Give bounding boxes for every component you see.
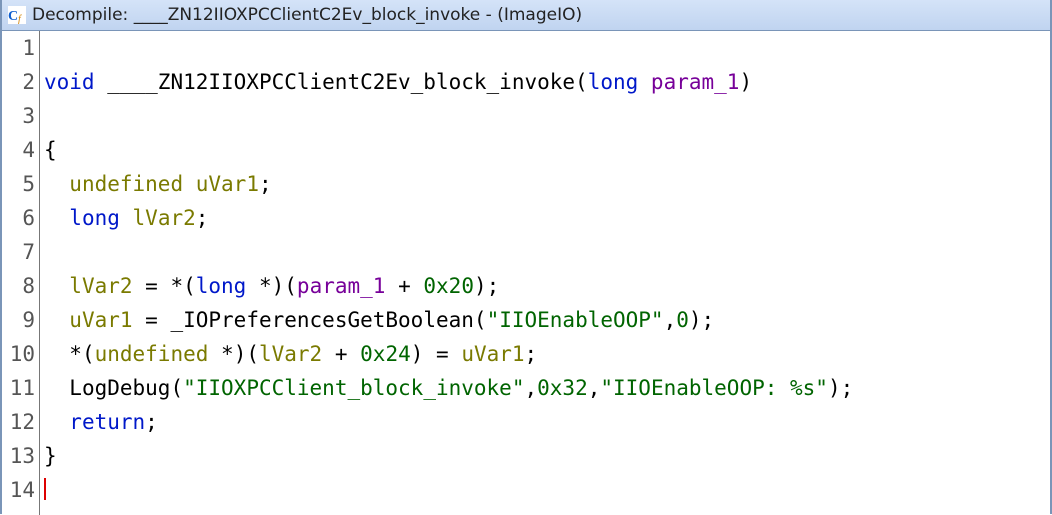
line-gutter[interactable]: 1 2 3 4 5 6 7 8 9 10 11 12 13 14 <box>2 31 40 515</box>
var-uVar1[interactable]: uVar1 <box>69 308 132 332</box>
decompile-icon: C f <box>8 6 26 24</box>
literal-0x32: 0x32 <box>537 376 588 400</box>
param-1[interactable]: param_1 <box>297 274 386 298</box>
title-bar[interactable]: C f Decompile: ____ZN12IIOXPCClientC2Ev_… <box>2 0 1050 31</box>
call-LogDebug[interactable]: LogDebug <box>69 376 170 400</box>
svg-text:C: C <box>8 9 18 24</box>
line-number: 6 <box>2 201 35 235</box>
line-number: 10 <box>2 337 35 371</box>
type-long: long <box>588 70 639 94</box>
title-prefix: Decompile: <box>32 5 134 25</box>
editor-area: 1 2 3 4 5 6 7 8 9 10 11 12 13 14 void __… <box>2 31 1050 515</box>
code-line[interactable] <box>44 235 1050 269</box>
function-name[interactable]: ____ZN12IIOXPCClientC2Ev_block_invoke <box>107 70 575 94</box>
line-number: 7 <box>2 235 35 269</box>
line-number: 3 <box>2 99 35 133</box>
type-long: long <box>196 274 247 298</box>
brace-close: } <box>44 444 57 468</box>
type-undefined: undefined <box>95 342 209 366</box>
string-literal: "IIOEnableOOP: %s" <box>600 376 828 400</box>
literal-0x20: 0x20 <box>423 274 474 298</box>
literal-0x24: 0x24 <box>360 342 411 366</box>
code-line[interactable]: uVar1 = _IOPreferencesGetBoolean("IIOEna… <box>44 303 1050 337</box>
line-number: 9 <box>2 303 35 337</box>
decompiler-window: C f Decompile: ____ZN12IIOXPCClientC2Ev_… <box>0 0 1052 514</box>
code-line[interactable] <box>44 473 1050 507</box>
code-area[interactable]: void ____ZN12IIOXPCClientC2Ev_block_invo… <box>40 31 1050 515</box>
var-lVar2[interactable]: lVar2 <box>259 342 322 366</box>
code-line[interactable]: long lVar2; <box>44 201 1050 235</box>
line-number: 4 <box>2 133 35 167</box>
line-number: 2 <box>2 65 35 99</box>
call-IOPreferencesGetBoolean[interactable]: _IOPreferencesGetBoolean <box>170 308 473 332</box>
title-suffix: - (ImageIO) <box>480 5 582 25</box>
code-line[interactable]: undefined uVar1; <box>44 167 1050 201</box>
line-number: 1 <box>2 31 35 65</box>
line-number: 8 <box>2 269 35 303</box>
var-lVar2[interactable]: lVar2 <box>133 206 196 230</box>
literal-0: 0 <box>676 308 689 332</box>
title-function-name: ____ZN12IIOXPCClientC2Ev_block_invoke <box>134 5 481 25</box>
cursor <box>44 478 46 500</box>
var-lVar2[interactable]: lVar2 <box>69 274 132 298</box>
line-number: 13 <box>2 439 35 473</box>
type-long: long <box>69 206 120 230</box>
code-line[interactable] <box>44 99 1050 133</box>
type-undefined: undefined <box>69 172 183 196</box>
code-line[interactable]: LogDebug("IIOXPCClient_block_invoke",0x3… <box>44 371 1050 405</box>
brace-open: { <box>44 138 57 162</box>
code-line[interactable]: return; <box>44 405 1050 439</box>
string-literal: "IIOEnableOOP" <box>487 308 664 332</box>
var-uVar1[interactable]: uVar1 <box>196 172 259 196</box>
code-line[interactable]: } <box>44 439 1050 473</box>
code-line[interactable] <box>44 31 1050 65</box>
line-number: 12 <box>2 405 35 439</box>
string-literal: "IIOXPCClient_block_invoke" <box>183 376 524 400</box>
title-text: Decompile: ____ZN12IIOXPCClientC2Ev_bloc… <box>32 5 582 25</box>
keyword-void: void <box>44 70 95 94</box>
line-number: 14 <box>2 473 35 507</box>
code-line[interactable]: *(undefined *)(lVar2 + 0x24) = uVar1; <box>44 337 1050 371</box>
param-1[interactable]: param_1 <box>651 70 740 94</box>
code-line[interactable]: lVar2 = *(long *)(param_1 + 0x20); <box>44 269 1050 303</box>
line-number: 11 <box>2 371 35 405</box>
var-uVar1[interactable]: uVar1 <box>461 342 524 366</box>
keyword-return: return <box>69 410 145 434</box>
code-line[interactable]: void ____ZN12IIOXPCClientC2Ev_block_invo… <box>44 65 1050 99</box>
line-number: 5 <box>2 167 35 201</box>
code-line[interactable]: { <box>44 133 1050 167</box>
